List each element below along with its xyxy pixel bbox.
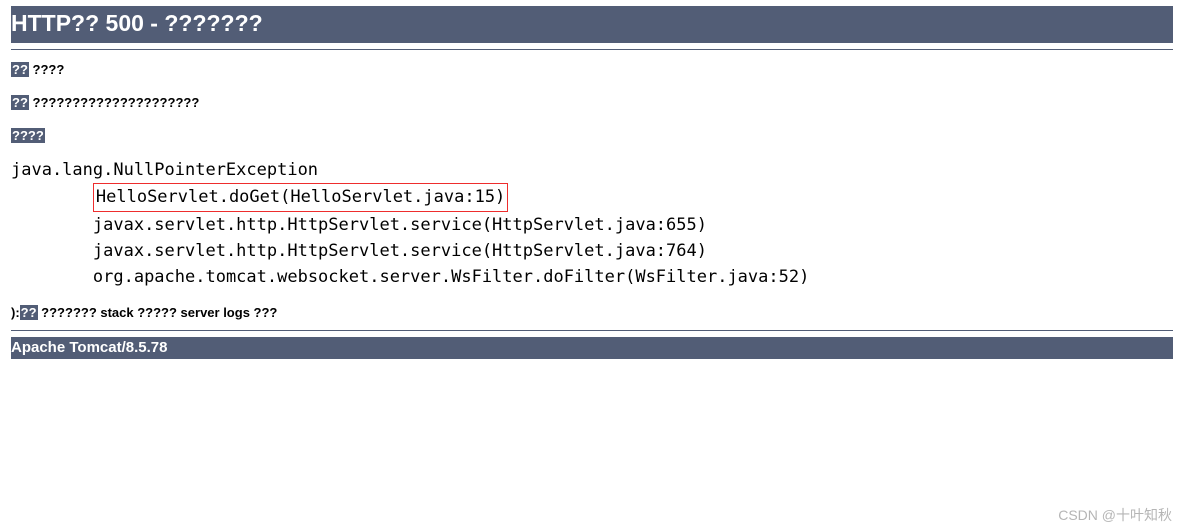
note-value: ??????? stack ????? server logs ??? <box>38 305 278 320</box>
description-label-text: ???? <box>11 128 45 143</box>
stack-highlight: HelloServlet.doGet(HelloServlet.java:15) <box>93 183 508 211</box>
stack-trace: java.lang.NullPointerException HelloServ… <box>11 157 1173 291</box>
note-line: ):?? ??????? stack ????? server logs ??? <box>11 305 1173 320</box>
divider-bottom <box>11 330 1173 331</box>
stack-line-3: javax.servlet.http.HttpServlet.service(H… <box>93 241 707 261</box>
stack-line-2: javax.servlet.http.HttpServlet.service(H… <box>93 215 707 235</box>
tomcat-footer: Apache Tomcat/8.5.78 <box>11 337 1173 359</box>
type-label: ?? <box>11 62 29 77</box>
divider-top <box>11 49 1173 50</box>
stack-line-0: java.lang.NullPointerException <box>11 160 318 180</box>
type-line: ?? ???? <box>11 62 1173 77</box>
note-label: ?? <box>20 305 38 320</box>
message-label: ?? <box>11 95 29 110</box>
message-line: ?? ????????????????????? <box>11 95 1173 110</box>
watermark: CSDN @十叶知秋 <box>1058 505 1172 525</box>
description-label: ???? <box>11 128 1173 143</box>
type-value: ???? <box>29 62 64 77</box>
error-page: HTTP?? 500 - ??????? ?? ???? ?? ????????… <box>0 0 1184 363</box>
message-value: ????????????????????? <box>29 95 199 110</box>
note-prefix: ): <box>11 305 20 320</box>
stack-line-4: org.apache.tomcat.websocket.server.WsFil… <box>93 267 809 287</box>
page-title: HTTP?? 500 - ??????? <box>11 6 1173 43</box>
